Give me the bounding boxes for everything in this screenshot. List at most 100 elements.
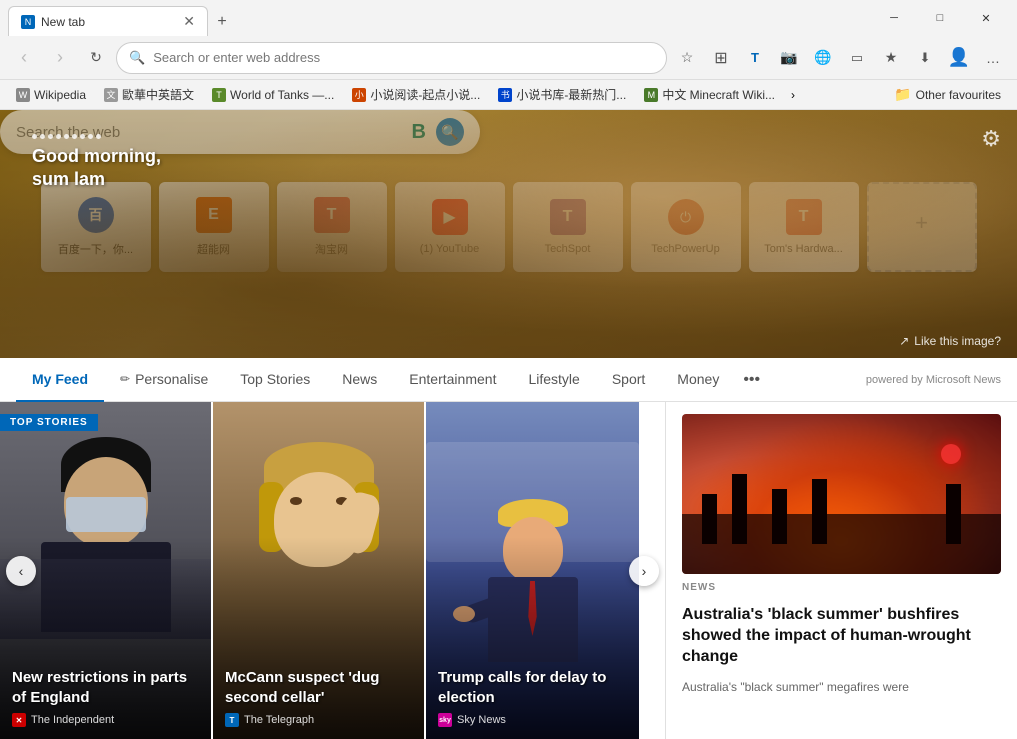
source-name: The Independent: [31, 714, 114, 726]
card-source: T The Telegraph: [225, 713, 412, 727]
settings-gear-button[interactable]: ⚙: [981, 126, 1001, 152]
other-favorites-label: Other favourites: [916, 88, 1001, 102]
card-source: ✕ The Independent: [12, 713, 199, 727]
side-news-panel: NEWS Australia's 'black summer' bushfire…: [665, 402, 1017, 739]
close-button[interactable]: ✕: [963, 2, 1009, 34]
side-news-image[interactable]: [682, 414, 1001, 574]
downloads-button[interactable]: ⬇: [909, 42, 941, 74]
greeting-menu-icon[interactable]: [32, 134, 161, 139]
tab-my-feed[interactable]: My Feed: [16, 358, 104, 402]
news-grid: TOP STORIES New restrictions in parts of…: [0, 402, 1017, 739]
powered-by-label: powered by Microsoft News: [866, 374, 1001, 386]
profile-button[interactable]: 👤: [943, 42, 975, 74]
card-title: New restrictions in parts of England: [12, 668, 199, 707]
tab-entertainment[interactable]: Entertainment: [393, 358, 512, 402]
window-controls: ─ □ ✕: [871, 2, 1009, 34]
tab-label: Lifestyle: [528, 371, 579, 387]
globe-button[interactable]: 🌐: [807, 42, 839, 74]
favorites-button[interactable]: ★: [875, 42, 907, 74]
search-icon: 🔍: [129, 50, 145, 66]
tab-strip: N New tab ✕ +: [8, 0, 871, 36]
tab-label: Top Stories: [240, 371, 310, 387]
nav-actions: ☆ ⊞ T 📷 🌐 ▭ ★ ⬇ 👤: [671, 42, 1009, 74]
card-source: sky Sky News: [438, 713, 627, 727]
feed-navigation: My Feed ✏ Personalise Top Stories News E…: [0, 358, 1017, 402]
camera-button[interactable]: 📷: [773, 42, 805, 74]
more-chevron-icon: ›: [791, 88, 795, 102]
reading-view-button[interactable]: ▭: [841, 42, 873, 74]
bookmark-label: 歐華中英語文: [122, 86, 194, 103]
tree3: [772, 489, 787, 544]
maximize-button[interactable]: □: [917, 2, 963, 34]
forward-icon: ›: [57, 47, 63, 68]
back-icon: ‹: [21, 47, 27, 68]
feed-more-button[interactable]: •••: [735, 371, 768, 389]
favorites-icon: ★: [885, 49, 898, 66]
tab-personalise[interactable]: ✏ Personalise: [104, 358, 224, 402]
tree5: [946, 484, 961, 544]
bookmark-wikipedia[interactable]: W Wikipedia: [8, 86, 94, 104]
like-image-icon: ↗: [899, 334, 909, 348]
emergency-light: [941, 444, 961, 464]
more-button[interactable]: …: [977, 42, 1009, 74]
carousel-right-arrow[interactable]: ›: [629, 556, 659, 586]
active-tab[interactable]: N New tab ✕: [8, 6, 208, 36]
news-card-trump[interactable]: Trump calls for delay to election sky Sk…: [426, 402, 639, 739]
bookmark-novel2[interactable]: 书 小说书库-最新热门...: [490, 84, 634, 105]
source-name: The Telegraph: [244, 714, 314, 726]
tab-lifestyle[interactable]: Lifestyle: [512, 358, 595, 402]
tree4: [812, 479, 827, 544]
bookmark-novel1[interactable]: 小 小说阅读-起点小说...: [344, 84, 488, 105]
address-bar[interactable]: 🔍 Search or enter web address: [116, 42, 667, 74]
bookmark-minecraft[interactable]: M 中文 Minecraft Wiki...: [636, 84, 783, 105]
tab-money[interactable]: Money: [661, 358, 735, 402]
bookmarks-bar: W Wikipedia 文 歐華中英語文 T World of Tanks —.…: [0, 80, 1017, 110]
forward-button[interactable]: ›: [44, 42, 76, 74]
side-news-title[interactable]: Australia's 'black summer' bushfires sho…: [682, 605, 1001, 667]
bookmark-chinese[interactable]: 文 歐華中英語文: [96, 84, 202, 105]
new-tab-button[interactable]: +: [208, 8, 236, 36]
gear-icon: ⚙: [981, 126, 1001, 151]
card-title: Trump calls for delay to election: [438, 668, 627, 707]
profile-icon: 👤: [948, 47, 970, 68]
camera-icon: 📷: [780, 49, 797, 66]
hero-section: Good morning, sum lam B 🔍 百 百度一下，你...: [0, 110, 1017, 358]
tab-top-stories[interactable]: Top Stories: [224, 358, 326, 402]
tab-news[interactable]: News: [326, 358, 393, 402]
title-bar: N New tab ✕ + ─ □ ✕: [0, 0, 1017, 36]
translate-button[interactable]: T: [739, 42, 771, 74]
greeting-block: Good morning, sum lam: [32, 134, 161, 192]
news-carousel: TOP STORIES New restrictions in parts of…: [0, 402, 665, 739]
bookmark-icon: 小: [352, 88, 366, 102]
card-content: Trump calls for delay to election sky Sk…: [426, 656, 639, 739]
tab-label: New tab: [41, 15, 177, 29]
card-title: McCann suspect 'dug second cellar': [225, 668, 412, 707]
source-name: Sky News: [457, 714, 506, 726]
bookmark-label: 小说书库-最新热门...: [516, 86, 626, 103]
back-button[interactable]: ‹: [8, 42, 40, 74]
tab-label: Entertainment: [409, 371, 496, 387]
tab-label: Sport: [612, 371, 645, 387]
carousel-inner: TOP STORIES New restrictions in parts of…: [0, 402, 665, 739]
greeting-text: Good morning, sum lam: [32, 145, 161, 192]
like-image-label: Like this image?: [914, 334, 1001, 348]
bookmarks-more-button[interactable]: ›: [785, 86, 801, 104]
star-icon: ☆: [681, 49, 694, 66]
tab-close-button[interactable]: ✕: [183, 13, 195, 30]
bookmark-wot[interactable]: T World of Tanks —...: [204, 86, 342, 104]
more-icon: …: [986, 50, 1000, 66]
favorites-star-button[interactable]: ☆: [671, 42, 703, 74]
tab-sport[interactable]: Sport: [596, 358, 661, 402]
collections-button[interactable]: ⊞: [705, 42, 737, 74]
feed-section: My Feed ✏ Personalise Top Stories News E…: [0, 358, 1017, 739]
refresh-button[interactable]: ↻: [80, 42, 112, 74]
folder-icon: 📁: [894, 86, 911, 103]
like-image-button[interactable]: ↗ Like this image?: [899, 334, 1001, 348]
minimize-button[interactable]: ─: [871, 2, 917, 34]
news-badge: NEWS: [682, 582, 1001, 593]
carousel-left-arrow[interactable]: ‹: [6, 556, 36, 586]
other-favorites-button[interactable]: 📁 Other favourites: [886, 84, 1009, 105]
source-icon: sky: [438, 713, 452, 727]
tab-label: News: [342, 371, 377, 387]
news-card-mccann[interactable]: McCann suspect 'dug second cellar' T The…: [213, 402, 426, 739]
